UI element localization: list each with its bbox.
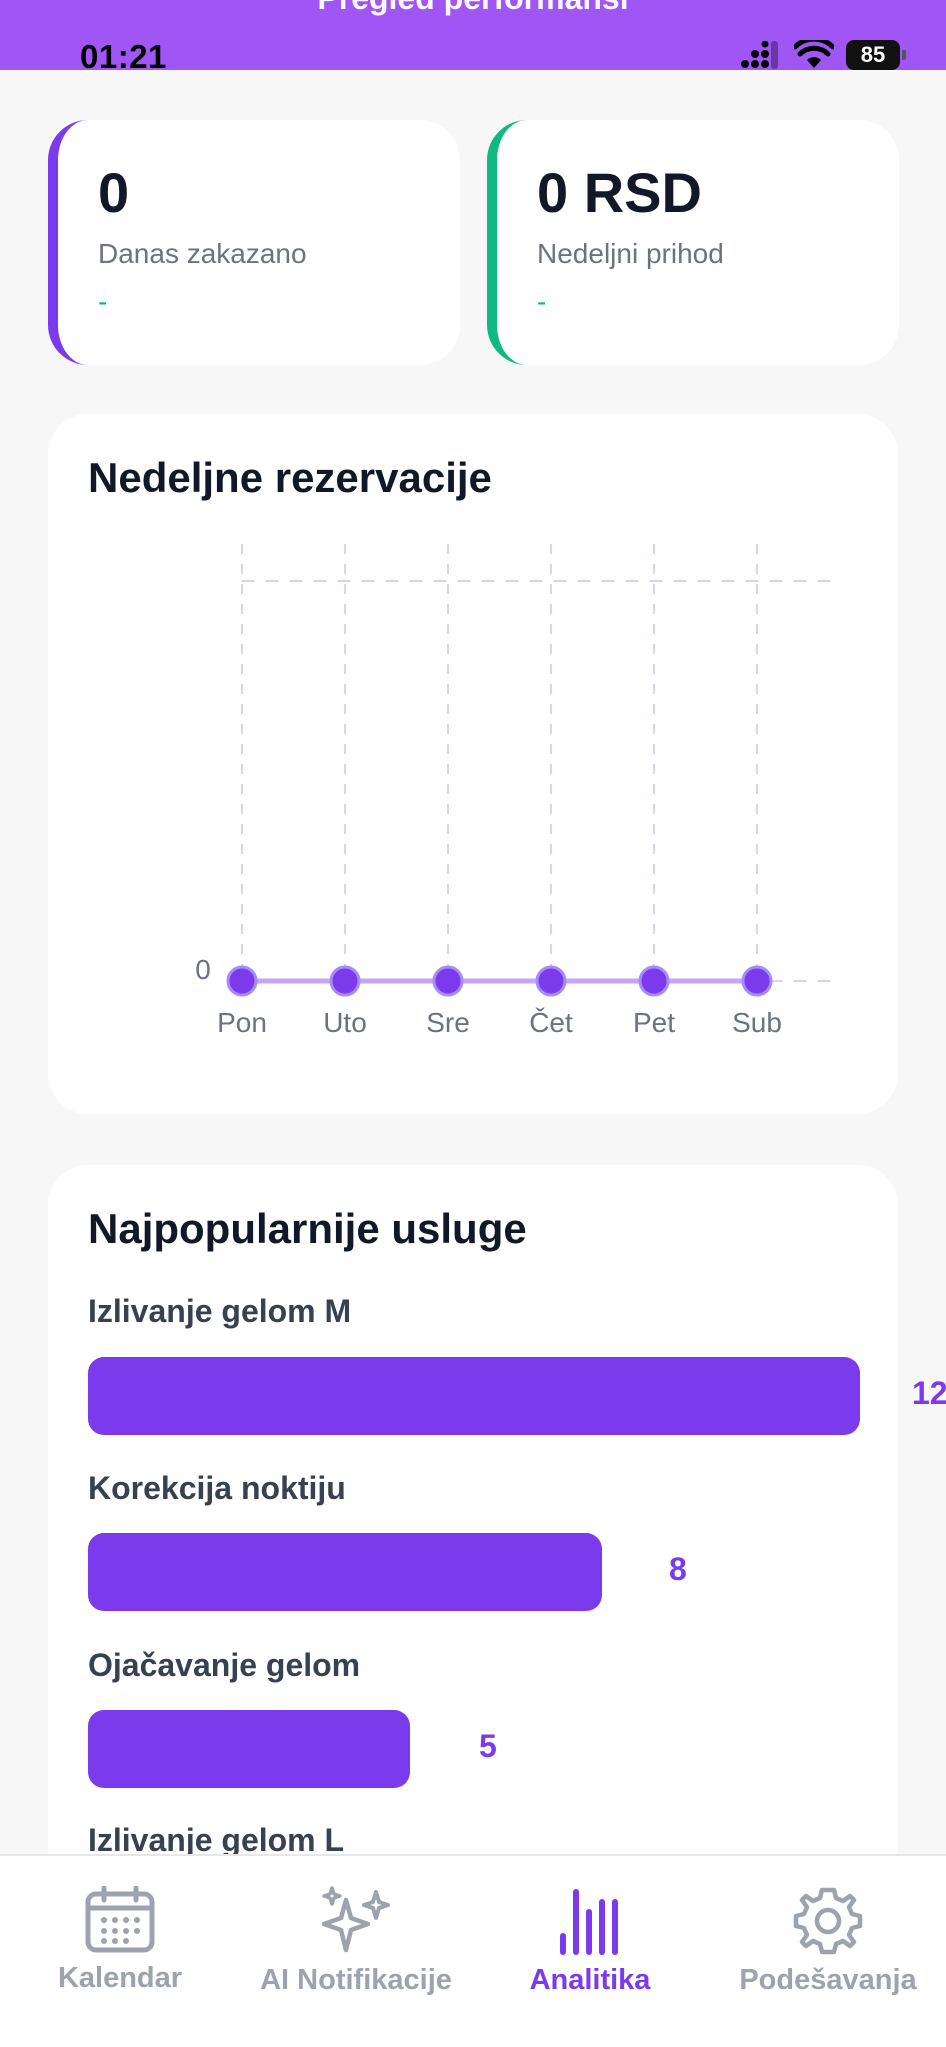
service-item: Izlivanje gelom M — [88, 1293, 351, 1330]
x-tick-label: Sre — [426, 1007, 470, 1038]
service-count: 12 — [912, 1375, 946, 1411]
chart-point — [226, 965, 258, 997]
bottom-tab-bar: Kalendar AI Notifikacije Analitika Podeš… — [0, 1854, 946, 2047]
service-bar — [88, 1710, 410, 1788]
x-tick-label: Pet — [633, 1007, 675, 1038]
stat-value: 0 — [98, 161, 130, 224]
wifi-icon — [794, 40, 834, 68]
service-item: Ojačavanje gelom — [88, 1647, 360, 1684]
weekly-chart-card: Nedeljne rezervacije 0 Pon Uto Sre Čet Pet Sub — [48, 414, 898, 1114]
weekly-bookings-chart: 0Pon Uto Sre Čet Pet Sub — [195, 544, 838, 1038]
service-item: Korekcija noktiju — [88, 1470, 346, 1507]
page-title: Pregled performansi — [0, 0, 946, 17]
stat-trend: - — [98, 286, 108, 317]
stat-card-today: 0 Danas zakazano - — [48, 120, 460, 365]
calendar-icon — [85, 1886, 155, 1953]
service-name: Ojačavanje gelom — [88, 1647, 361, 1683]
chart-point — [432, 965, 464, 997]
bar-chart-icon — [560, 1889, 618, 1955]
tab-label: Kalendar — [57, 1962, 183, 1994]
stat-trend: - — [537, 286, 547, 317]
service-bar — [88, 1533, 602, 1611]
stat-label: Danas zakazano — [98, 238, 307, 269]
cellular-signal-icon — [741, 41, 778, 69]
sparkles-icon — [321, 1886, 390, 1953]
stat-card-revenue: 0 RSD Nedeljni prihod - — [487, 120, 899, 365]
service-count: 8 — [669, 1551, 687, 1587]
y-tick-label: 0 — [195, 954, 211, 985]
tab-label: AI Notifikacije — [260, 1964, 452, 1996]
chart-point — [329, 965, 361, 997]
service-name: Korekcija noktiju — [88, 1470, 346, 1506]
battery-icon: 85 — [846, 40, 906, 70]
status-icons: 85 — [740, 40, 906, 70]
tab-podesavanja[interactable]: Podešavanja — [708, 1886, 946, 1997]
status-time: 01:21 — [80, 38, 167, 70]
x-tick-label: Sub — [732, 1007, 782, 1038]
service-name: Izlivanje gelom M — [88, 1293, 352, 1329]
services-title: Najpopularnije usluge — [88, 1205, 527, 1252]
chart-point — [741, 965, 773, 997]
stat-label: Nedeljni prihod — [537, 238, 724, 269]
tab-ai-notifikacije[interactable]: AI Notifikacije — [236, 1886, 476, 1997]
tab-label: Podešavanja — [739, 1964, 917, 1996]
tab-kalendar[interactable]: Kalendar — [0, 1886, 240, 1995]
service-bar — [88, 1357, 860, 1435]
tab-label: Analitika — [529, 1964, 651, 1996]
x-tick-label: Pon — [217, 1007, 267, 1038]
x-tick-label: Uto — [323, 1007, 367, 1038]
chart-point — [535, 965, 567, 997]
chart-point — [638, 965, 670, 997]
header-bar: Pregled performansi 01:21 85 — [0, 0, 946, 70]
gear-icon — [793, 1887, 863, 1955]
stat-value: 0 RSD — [537, 161, 702, 224]
x-tick-label: Čet — [529, 1007, 573, 1038]
service-count: 5 — [479, 1728, 497, 1764]
tab-analitika[interactable]: Analitika — [470, 1886, 710, 1997]
